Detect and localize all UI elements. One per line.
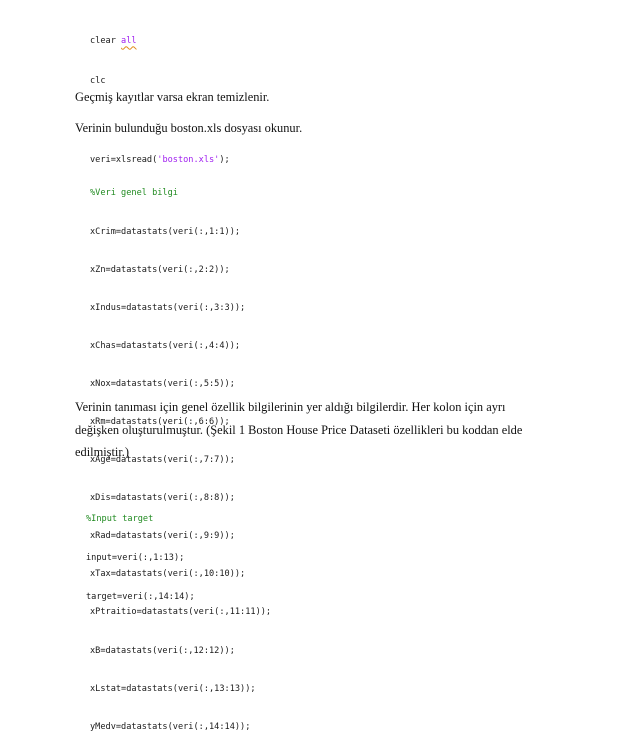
code-line: xZn=datastats(veri(:,2:2)); <box>90 264 230 275</box>
code-line: xNox=datastats(veri(:,5:5)); <box>90 378 235 389</box>
code-line: xCrim=datastats(veri(:,1:1)); <box>90 226 241 237</box>
code-argument-all: all <box>121 36 137 47</box>
code-comment: %Veri genel bilgi <box>90 188 178 199</box>
code-line-clc: clc <box>90 76 106 86</box>
code-comment: %Input target <box>86 514 154 524</box>
document-page: { "code_block_1": { "line1_kw": "clear "… <box>0 0 633 732</box>
code-line: xChas=datastats(veri(:,4:4)); <box>90 340 241 351</box>
code-line: xLstat=datastats(veri(:,13:13)); <box>90 683 256 694</box>
paragraph-line: değişken oluşturulmuştur. (Şekil 1 Bosto… <box>75 422 523 437</box>
paragraph-feature-info: Verinin tanıması için genel özellik bilg… <box>75 396 545 464</box>
paragraph-line: Verinin tanıması için genel özellik bilg… <box>75 400 506 414</box>
code-line: yMedv=datastats(veri(:,14:14)); <box>90 721 251 732</box>
paragraph-line: edilmiştir.) <box>75 445 130 459</box>
paragraph-read-file: Verinin bulunduğu boston.xls dosyası oku… <box>75 121 303 135</box>
code-keyword: clear <box>90 36 122 47</box>
code-line-target: target=veri(:,14:14); <box>86 592 195 602</box>
paragraph-clear-screen: Geçmiş kayıtlar varsa ekran temizlenir. <box>75 90 270 104</box>
code-line-clear: clear all <box>90 35 230 48</box>
code-line: xB=datastats(veri(:,12:12)); <box>90 645 235 656</box>
code-line: xIndus=datastats(veri(:,3:3)); <box>90 302 246 313</box>
code-line-input: input=veri(:,1:13); <box>86 553 185 563</box>
code-block-input-target: %Input target input=veri(:,1:13); target… <box>86 487 195 617</box>
